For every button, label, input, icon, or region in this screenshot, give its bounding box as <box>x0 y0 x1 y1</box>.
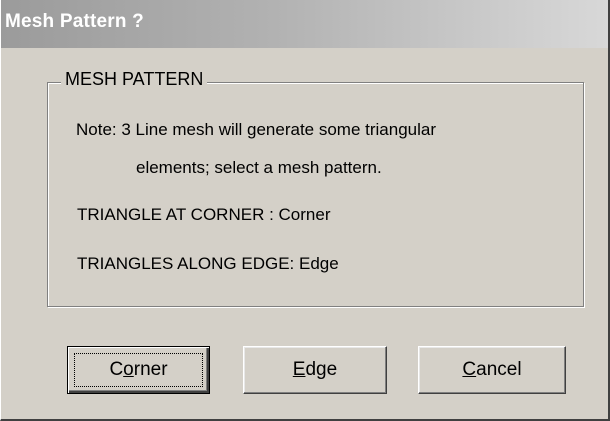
corner-label-mnemonic: o <box>123 359 134 380</box>
edge-option-description: TRIANGLES ALONG EDGE: Edge <box>77 254 339 273</box>
cancel-button[interactable]: Cancel <box>418 346 566 394</box>
corner-button[interactable]: Corner <box>67 346 210 394</box>
cancel-label-mnemonic: C <box>462 359 477 380</box>
mesh-pattern-dialog: Mesh Pattern ? MESH PATTERN Note: 3 Line… <box>0 0 610 421</box>
note-text-line-1: Note: 3 Line mesh will generate some tri… <box>76 120 437 139</box>
title-bar[interactable]: Mesh Pattern ? <box>1 0 608 48</box>
note-text-line-2: elements; select a mesh pattern. <box>136 158 382 177</box>
edge-label-mnemonic: E <box>292 359 306 380</box>
groupbox-label: MESH PATTERN <box>61 68 208 90</box>
corner-label-after: rner <box>133 359 168 380</box>
window-title: Mesh Pattern ? <box>5 11 144 32</box>
edge-button-label: Edge <box>293 359 337 381</box>
edge-label-after: dge <box>305 359 338 380</box>
corner-button-label: Corner <box>109 359 167 381</box>
cancel-button-label: Cancel <box>462 359 521 381</box>
cancel-label-after: ancel <box>476 359 522 380</box>
corner-option-description: TRIANGLE AT CORNER : Corner <box>77 205 331 224</box>
edge-button[interactable]: Edge <box>243 346 387 394</box>
corner-label-before: C <box>109 359 124 380</box>
